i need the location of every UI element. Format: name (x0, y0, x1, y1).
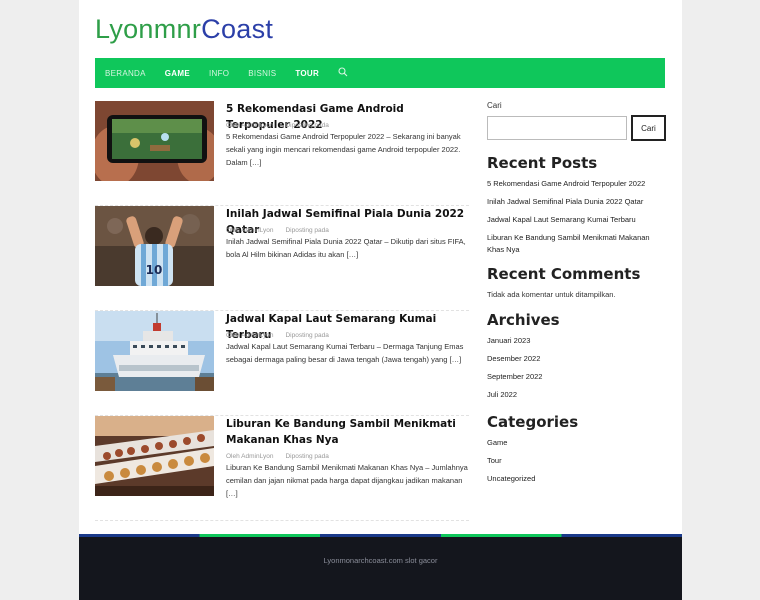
category-link[interactable]: Tour (487, 452, 667, 470)
footer-text[interactable]: Lyonmonarchcoast.com slot gacor (79, 556, 682, 565)
post-excerpt: Liburan Ke Bandung Sambil Menikmati Maka… (226, 463, 468, 498)
post-item: 5 Rekomendasi Game Android Terpopuler 20… (95, 101, 469, 206)
post-author[interactable]: Oleh AdminLyon (226, 122, 273, 129)
search-icon[interactable] (338, 67, 350, 79)
logo-part-2: Coast (201, 14, 274, 44)
post-date: Diposting pada (285, 122, 329, 129)
footer-stripe (79, 534, 682, 537)
categories-title: Categories (487, 413, 579, 431)
post-item: Jadwal Kapal Laut Semarang Kumai Terbaru… (95, 311, 469, 416)
archives-list: Januari 2023 Desember 2022 September 202… (487, 332, 667, 404)
post-meta: Oleh AdminLyon Diposting pada (226, 227, 329, 234)
post-author[interactable]: Oleh AdminLyon (226, 332, 273, 339)
post-excerpt: Inilah Jadwal Semifinal Piala Dunia 2022… (226, 237, 466, 259)
recent-posts-list: 5 Rekomendasi Game Android Terpopuler 20… (487, 175, 667, 256)
search-label: Cari (487, 101, 502, 110)
post-thumbnail-phone-game[interactable] (95, 101, 214, 181)
recent-post-link[interactable]: Inilah Jadwal Semifinal Piala Dunia 2022… (487, 193, 667, 211)
post-author[interactable]: Oleh AdminLyon (226, 453, 273, 460)
page-container: LyonmnrCoast BERANDA GAME INFO BISNIS TO… (79, 0, 682, 600)
recent-posts-title: Recent Posts (487, 154, 598, 172)
post-thumbnail-football[interactable]: 10 (95, 206, 214, 286)
category-link[interactable]: Uncategorized (487, 470, 667, 488)
post-item: Liburan Ke Bandung Sambil Menikmati Maka… (95, 416, 469, 521)
no-comments-text: Tidak ada komentar untuk ditampilkan. (487, 290, 616, 299)
post-thumbnail-food[interactable] (95, 416, 214, 496)
post-title[interactable]: Liburan Ke Bandung Sambil Menikmati Maka… (226, 416, 471, 448)
post-date: Diposting pada (285, 227, 329, 234)
post-meta: Oleh AdminLyon Diposting pada (226, 332, 329, 339)
site-footer: Lyonmonarchcoast.com slot gacor (79, 534, 682, 600)
nav-item-bisnis[interactable]: BISNIS (248, 69, 276, 78)
category-link[interactable]: Game (487, 434, 667, 452)
post-author[interactable]: Oleh AdminLyon (226, 227, 273, 234)
categories-list: Game Tour Uncategorized (487, 434, 667, 488)
post-date: Diposting pada (285, 453, 329, 460)
recent-post-link[interactable]: Liburan Ke Bandung Sambil Menikmati Maka… (487, 229, 667, 256)
nav-item-beranda[interactable]: BERANDA (105, 69, 146, 78)
nav-item-info[interactable]: INFO (209, 69, 229, 78)
post-date: Diposting pada (285, 332, 329, 339)
search-input[interactable] (487, 116, 627, 140)
archives-title: Archives (487, 311, 560, 329)
main-nav: BERANDA GAME INFO BISNIS TOUR (95, 58, 665, 88)
post-meta: Oleh AdminLyon Diposting pada (226, 122, 329, 129)
site-logo[interactable]: LyonmnrCoast (95, 14, 273, 45)
recent-post-link[interactable]: 5 Rekomendasi Game Android Terpopuler 20… (487, 175, 667, 193)
post-thumbnail-ship[interactable] (95, 311, 214, 391)
recent-post-link[interactable]: Jadwal Kapal Laut Semarang Kumai Terbaru (487, 211, 667, 229)
search-button[interactable]: Cari (631, 115, 666, 141)
post-meta: Oleh AdminLyon Diposting pada (226, 453, 329, 460)
nav-item-tour[interactable]: TOUR (295, 69, 319, 78)
archive-link[interactable]: Januari 2023 (487, 332, 667, 350)
svg-text:10: 10 (146, 263, 163, 277)
sidebar: Cari Cari Recent Posts 5 Rekomendasi Gam… (487, 101, 667, 488)
nav-item-game[interactable]: GAME (165, 69, 190, 78)
post-list: 5 Rekomendasi Game Android Terpopuler 20… (95, 101, 469, 521)
archive-link[interactable]: Juli 2022 (487, 386, 667, 404)
post-excerpt: Jadwal Kapal Laut Semarang Kumai Terbaru… (226, 342, 464, 364)
logo-part-1: Lyonmnr (95, 14, 202, 44)
post-item: 10 Inilah Jadwal Semifinal Piala Dunia 2… (95, 206, 469, 311)
post-excerpt: 5 Rekomendasi Game Android Terpopuler 20… (226, 132, 461, 167)
archive-link[interactable]: September 2022 (487, 368, 667, 386)
recent-comments-title: Recent Comments (487, 265, 641, 283)
archive-link[interactable]: Desember 2022 (487, 350, 667, 368)
search-form: Cari (487, 115, 667, 141)
